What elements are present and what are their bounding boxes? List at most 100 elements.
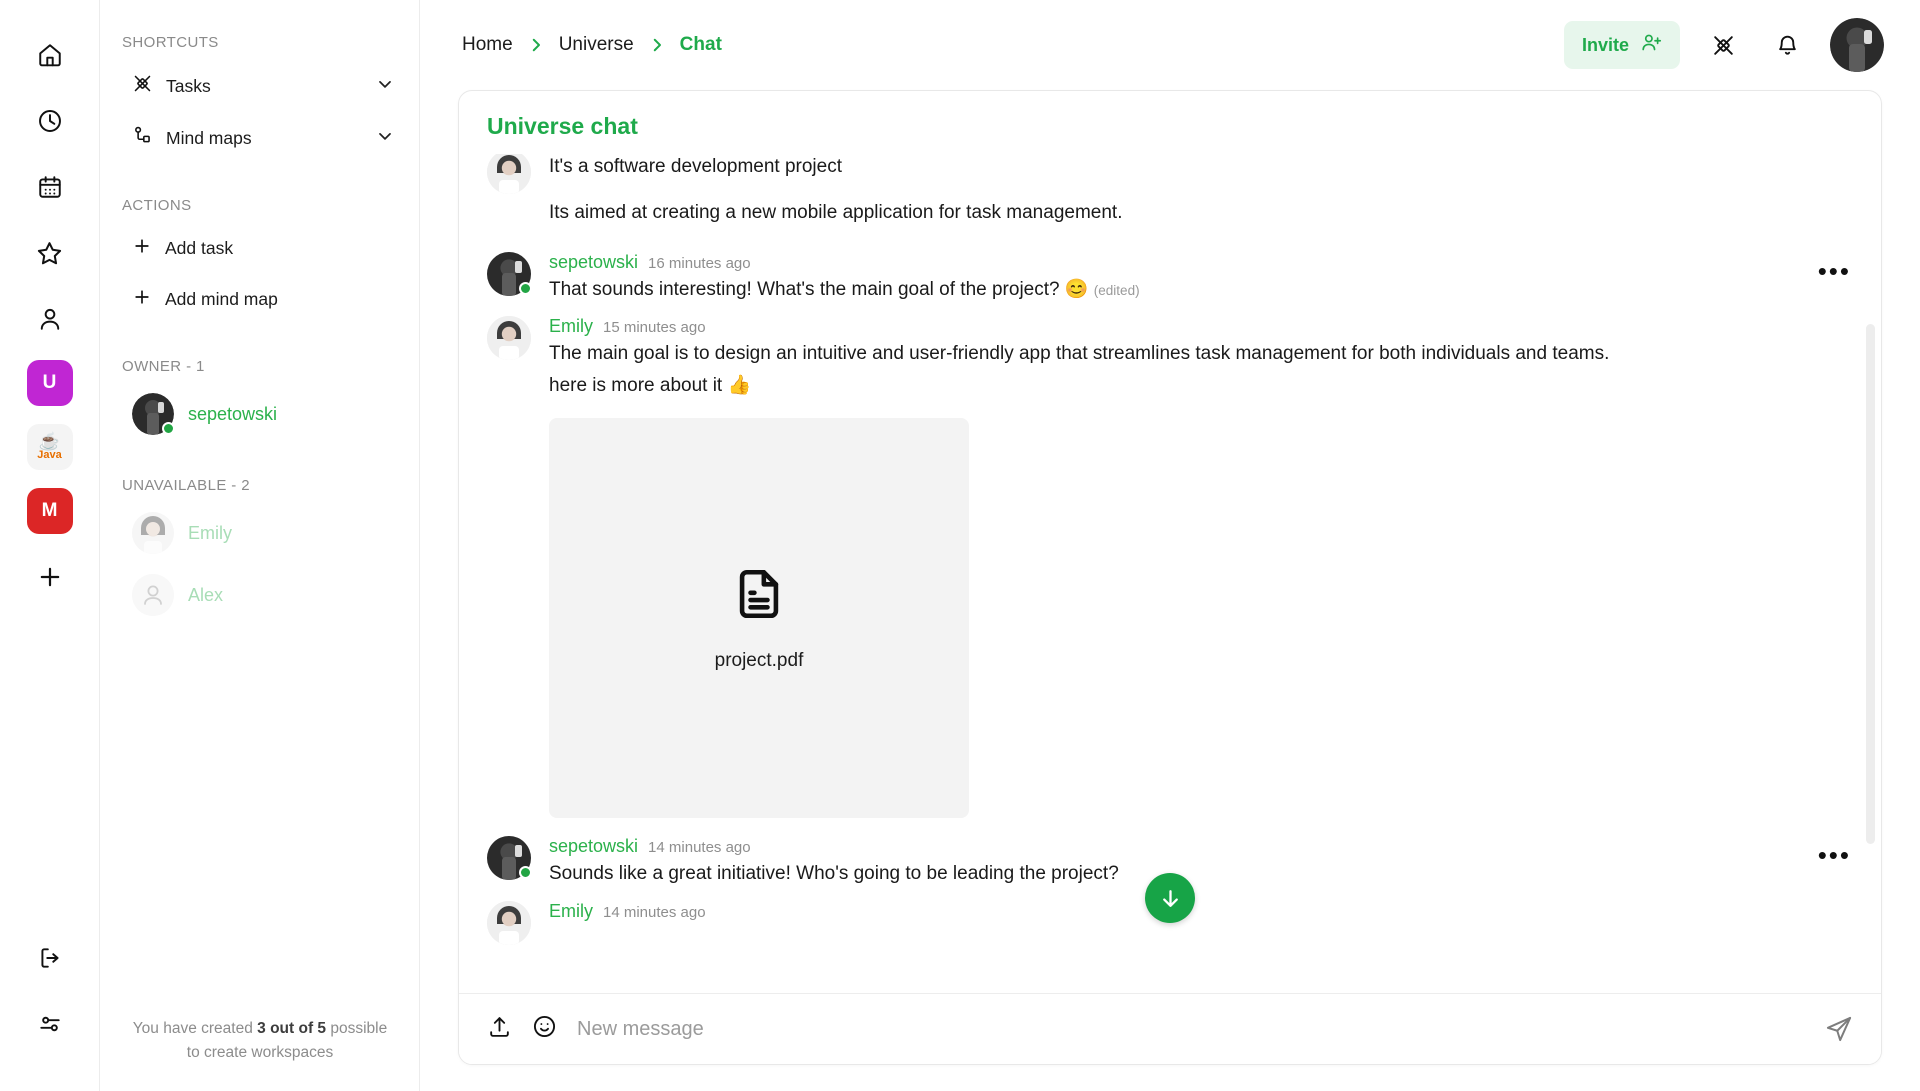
emoji-smile-icon[interactable] bbox=[532, 1014, 557, 1044]
member-alex[interactable]: Alex bbox=[122, 568, 405, 622]
plus-icon bbox=[132, 287, 152, 312]
sidebar-owner-label: OWNER - 1 bbox=[122, 358, 205, 375]
sidebar-item-tasks[interactable]: Tasks bbox=[122, 65, 405, 107]
member-emily[interactable]: Emily bbox=[122, 506, 405, 560]
upload-icon[interactable] bbox=[487, 1014, 512, 1044]
workspace-java[interactable]: ☕ Java bbox=[26, 424, 73, 470]
send-icon[interactable] bbox=[1825, 1015, 1853, 1043]
user-plus-icon bbox=[1641, 32, 1662, 58]
message-composer bbox=[459, 993, 1881, 1064]
message-author[interactable]: Emily bbox=[549, 316, 593, 337]
add-mind-map-label: Add mind map bbox=[165, 289, 278, 309]
calendar-icon[interactable] bbox=[25, 162, 75, 212]
breadcrumb-chat[interactable]: Chat bbox=[680, 34, 722, 56]
file-name: project.pdf bbox=[714, 649, 804, 671]
message-author[interactable]: Emily bbox=[549, 901, 593, 922]
sidebar-item-mind-maps-label: Mind maps bbox=[166, 127, 252, 148]
chevron-down-icon[interactable] bbox=[375, 126, 395, 151]
settings-sliders-icon[interactable] bbox=[25, 999, 75, 1049]
page-title: Universe chat bbox=[487, 113, 638, 139]
member-name: Alex bbox=[188, 584, 224, 605]
logout-icon[interactable] bbox=[25, 933, 75, 983]
message-body: Its aimed at creating a new mobile appli… bbox=[549, 196, 1853, 240]
avatar bbox=[487, 316, 531, 361]
message-header: Emily 15 minutes ago bbox=[549, 316, 1853, 337]
message-input[interactable] bbox=[577, 1017, 1805, 1041]
app-root: U ☕ Java M SHORTCUTS Tasks Mind maps ACT… bbox=[0, 0, 1920, 1091]
message-author[interactable]: sepetowski bbox=[549, 252, 638, 273]
message-text: The main goal is to design an intuitive … bbox=[549, 343, 1610, 365]
workspace-m-initial: M bbox=[41, 500, 58, 521]
sidebar-actions-label: ACTIONS bbox=[122, 197, 192, 214]
message-author[interactable]: sepetowski bbox=[549, 836, 638, 857]
workspace-u[interactable]: U bbox=[26, 360, 73, 406]
online-status-dot bbox=[519, 282, 532, 295]
file-attachment[interactable]: project.pdf bbox=[549, 418, 969, 819]
rail-bottom-group bbox=[0, 933, 100, 1065]
chat-header: Universe chat bbox=[459, 91, 1881, 154]
user-avatar[interactable] bbox=[1830, 18, 1884, 72]
file-document-icon bbox=[730, 565, 788, 628]
avatar-photo bbox=[487, 316, 531, 361]
chevron-right-icon bbox=[527, 36, 545, 54]
message-body: Emily 14 minutes ago bbox=[549, 901, 1853, 945]
quota-count: 3 out of 5 bbox=[257, 1019, 327, 1037]
user-icon[interactable] bbox=[25, 294, 75, 344]
sidebar-item-mind-maps[interactable]: Mind maps bbox=[122, 117, 405, 159]
chevron-down-icon[interactable] bbox=[375, 74, 395, 99]
add-workspace-button[interactable] bbox=[25, 552, 75, 602]
quota-prefix: You have created bbox=[132, 1019, 258, 1037]
breadcrumb-home[interactable]: Home bbox=[462, 34, 513, 56]
member-sepetowski[interactable]: sepetowski bbox=[122, 387, 405, 441]
avatar bbox=[487, 836, 532, 881]
edited-badge: (edited) bbox=[1093, 283, 1140, 298]
message-body: sepetowski 14 minutes ago Sounds like a … bbox=[549, 836, 1853, 888]
topbar-actions: Invite bbox=[1563, 18, 1884, 72]
mind-map-icon bbox=[132, 125, 153, 151]
sidebar-unavailable-label: UNAVAILABLE - 2 bbox=[122, 477, 250, 494]
topbar: Home Universe Chat Invite bbox=[420, 0, 1920, 90]
icon-rail: U ☕ Java M bbox=[0, 0, 100, 1091]
message-item: It's a software development project bbox=[487, 154, 1853, 196]
tasks-icon bbox=[132, 73, 153, 99]
online-status-dot bbox=[162, 422, 175, 435]
add-mind-map-button[interactable]: Add mind map bbox=[122, 279, 405, 320]
sidebar: SHORTCUTS Tasks Mind maps ACTIONS Add ta… bbox=[100, 0, 420, 1091]
message-timestamp: 15 minutes ago bbox=[603, 319, 706, 337]
invite-button[interactable]: Invite bbox=[1563, 21, 1680, 69]
message-header: sepetowski 16 minutes ago bbox=[549, 252, 1853, 273]
message-text: That sounds interesting! What's the main… bbox=[549, 273, 1853, 304]
avatar-photo bbox=[487, 900, 531, 945]
add-task-button[interactable]: Add task bbox=[122, 228, 405, 269]
message-options-menu[interactable]: ••• bbox=[1818, 842, 1851, 868]
breadcrumb-universe[interactable]: Universe bbox=[559, 34, 634, 56]
message-timestamp: 14 minutes ago bbox=[648, 839, 751, 857]
tasks-icon[interactable] bbox=[1702, 24, 1744, 66]
plus-icon bbox=[132, 236, 152, 261]
scrollbar-thumb[interactable] bbox=[1866, 324, 1875, 844]
avatar-photo bbox=[1830, 18, 1884, 72]
message-item: Emily 15 minutes ago The main goal is to… bbox=[487, 306, 1853, 826]
star-icon[interactable] bbox=[25, 228, 75, 278]
clock-icon[interactable] bbox=[25, 96, 75, 146]
chevron-right-icon bbox=[648, 36, 666, 54]
message-options-menu[interactable]: ••• bbox=[1818, 258, 1851, 284]
avatar bbox=[487, 154, 531, 194]
message-body: sepetowski 16 minutes ago That sounds in… bbox=[549, 252, 1853, 304]
member-name: Emily bbox=[188, 522, 232, 543]
message-text: Sounds like a great initiative! Who's go… bbox=[549, 863, 1119, 885]
workspace-quota-note: You have created 3 out of 5 possible to … bbox=[100, 1017, 420, 1065]
bell-icon[interactable] bbox=[1766, 24, 1808, 66]
member-name: sepetowski bbox=[188, 403, 278, 424]
main-area: Home Universe Chat Invite Universe chat … bbox=[420, 0, 1920, 1091]
message-header: Emily 14 minutes ago bbox=[549, 901, 1853, 922]
scroll-to-bottom-button[interactable] bbox=[1145, 873, 1195, 923]
message-body-text: That sounds interesting! What's the main… bbox=[549, 279, 1089, 300]
message-body: Emily 15 minutes ago The main goal is to… bbox=[549, 316, 1853, 824]
avatar-photo bbox=[132, 512, 174, 554]
avatar bbox=[487, 252, 532, 296]
message-item: sepetowski 16 minutes ago That sounds in… bbox=[487, 242, 1853, 306]
home-icon[interactable] bbox=[25, 30, 75, 80]
message-header: sepetowski 14 minutes ago bbox=[549, 836, 1853, 857]
workspace-m[interactable]: M bbox=[26, 488, 73, 534]
